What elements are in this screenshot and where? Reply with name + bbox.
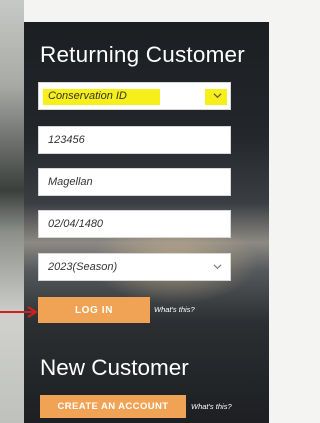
background-photo-left [0, 0, 24, 423]
login-panel: Returning Customer Conservation ID 12345… [24, 22, 269, 423]
login-button[interactable]: LOG IN [38, 297, 150, 323]
id-type-select[interactable]: Conservation ID [38, 82, 231, 110]
id-number-input[interactable]: 123456 [38, 126, 231, 154]
create-account-button[interactable]: CREATE AN ACCOUNT [40, 395, 186, 418]
season-select[interactable]: 2023(Season) [38, 253, 231, 281]
id-number-value: 123456 [48, 134, 85, 146]
dob-value: 02/04/1480 [48, 218, 104, 230]
chevron-down-icon [213, 264, 222, 270]
whats-this-link[interactable]: What's this? [154, 305, 195, 314]
chevron-down-icon [213, 93, 222, 99]
whats-this-link-new[interactable]: What's this? [191, 402, 232, 411]
dob-input[interactable]: 02/04/1480 [38, 210, 231, 238]
arrow-right-icon [0, 306, 38, 318]
returning-customer-title: Returning Customer [40, 42, 245, 67]
last-name-input[interactable]: Magellan [38, 168, 231, 196]
last-name-value: Magellan [48, 176, 93, 188]
id-type-value: Conservation ID [48, 90, 127, 102]
season-value: 2023(Season) [48, 261, 118, 273]
new-customer-title: New Customer [40, 355, 189, 380]
